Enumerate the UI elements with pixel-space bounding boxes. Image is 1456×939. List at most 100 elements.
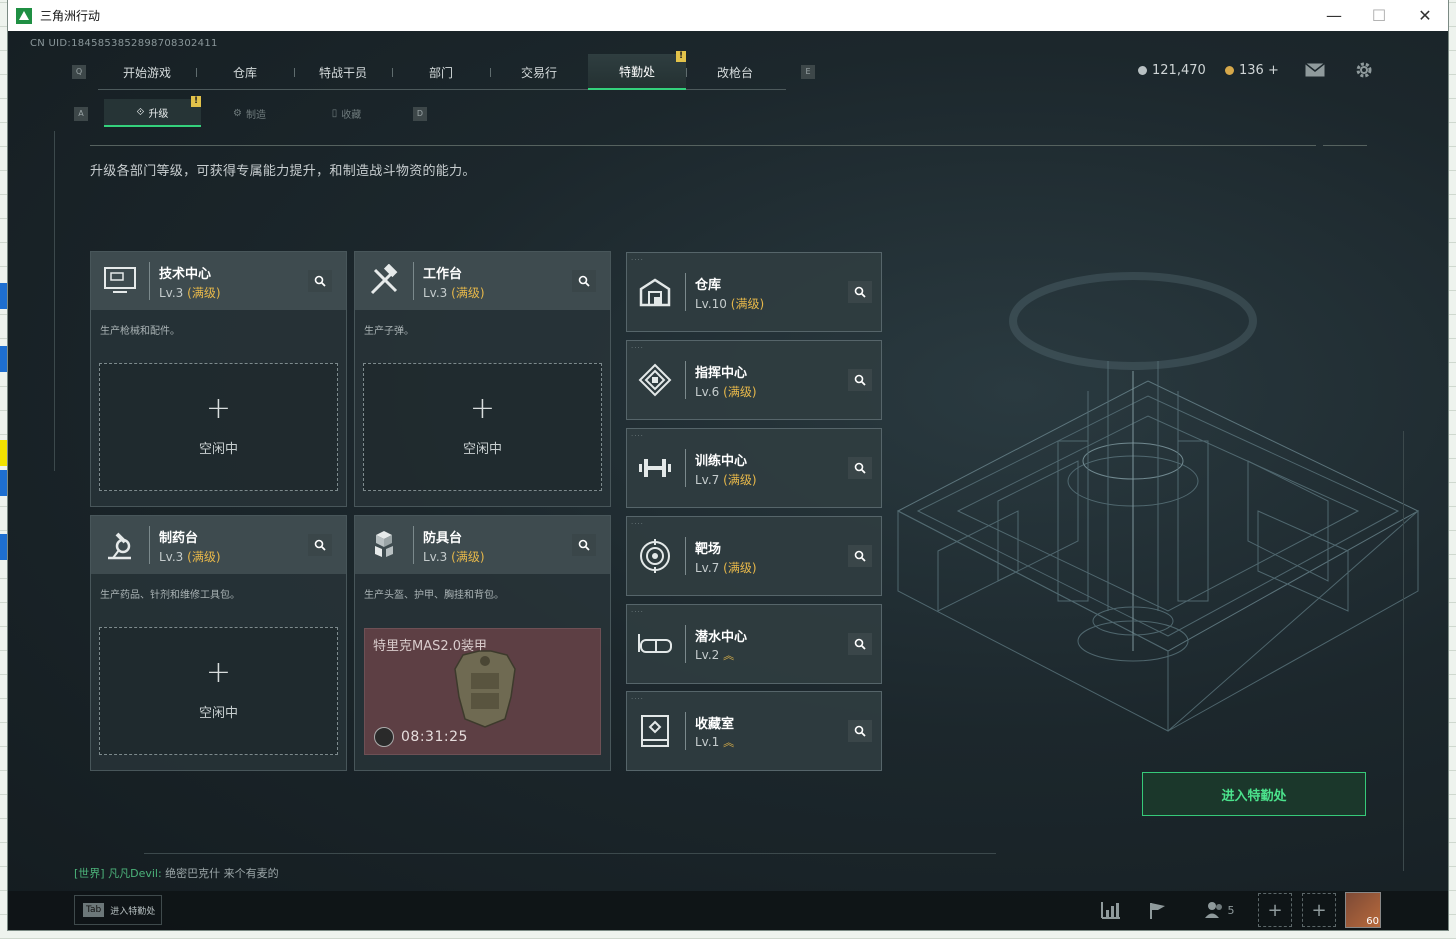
page-description: 升级各部门等级，可获得专属能力提升，和制造战斗物资的能力。 bbox=[90, 164, 476, 179]
search-icon[interactable] bbox=[848, 281, 872, 303]
notification-badge: ! bbox=[191, 96, 201, 107]
search-icon[interactable] bbox=[572, 270, 596, 292]
department-name: 指挥中心 bbox=[695, 366, 748, 381]
divider bbox=[685, 449, 686, 487]
idle-label: 空闲中 bbox=[198, 442, 238, 457]
game-viewport: CN UID:1845853852898708302411 Q 开始游戏 仓库 … bbox=[8, 31, 1448, 930]
computer-icon bbox=[101, 262, 139, 300]
level-value: Lv.3 bbox=[423, 550, 448, 564]
search-icon[interactable] bbox=[308, 270, 332, 292]
level-value: Lv.3 bbox=[159, 550, 184, 564]
craft-slot-empty[interactable]: + 空闲中 bbox=[99, 363, 338, 491]
divider bbox=[685, 361, 686, 399]
app-logo-icon bbox=[16, 7, 32, 24]
tab-department[interactable]: 部门 bbox=[392, 54, 490, 90]
search-icon[interactable] bbox=[308, 534, 332, 556]
timer-icon bbox=[374, 727, 394, 747]
close-button[interactable]: ✕ bbox=[1402, 0, 1448, 31]
warehouse-icon bbox=[637, 273, 673, 311]
background-row-stripe bbox=[0, 283, 8, 309]
subtab-upgrade[interactable]: ⟐ 升级 ! bbox=[104, 96, 201, 127]
subtab-craft[interactable]: ⚙ 制造 bbox=[201, 99, 298, 127]
card-header: 制药台 Lv.3 (满级) bbox=[91, 516, 346, 574]
body-armor-icon bbox=[454, 650, 516, 728]
workbench-description: 生产头盔、护甲、胸挂和背包。 bbox=[364, 590, 504, 601]
department-name: 潜水中心 bbox=[695, 630, 748, 645]
department-level: Lv.6 (满级) bbox=[695, 383, 757, 400]
friends-button[interactable]: 5 bbox=[1194, 895, 1244, 925]
card-header: 防具台 Lv.3 (满级) bbox=[355, 516, 610, 574]
level-value: Lv.7 bbox=[695, 561, 720, 575]
tab-label: 特勤处 bbox=[618, 64, 655, 79]
max-level-tag: (满级) bbox=[730, 297, 765, 311]
workbench-card-armor[interactable]: 防具台 Lv.3 (满级) 生产头盔、护甲、胸挂和背包。 特里克MAS2.0装甲… bbox=[354, 515, 611, 771]
divider bbox=[90, 145, 1316, 146]
level-value: Lv.1 bbox=[695, 735, 720, 749]
window-title: 三角洲行动 bbox=[40, 9, 101, 23]
craft-timer: 08:31:25 bbox=[401, 729, 468, 745]
search-icon[interactable] bbox=[572, 534, 596, 556]
department-name: 收藏室 bbox=[695, 717, 735, 732]
tab-shortcut-hint[interactable]: Tab 进入特勤处 bbox=[74, 895, 162, 925]
flag-icon[interactable] bbox=[1138, 895, 1178, 925]
search-icon[interactable] bbox=[848, 720, 872, 742]
tab-special-ops[interactable]: 特勤处 ! bbox=[588, 51, 686, 90]
department-training[interactable]: ···· 训练中心 Lv.7 (满级) bbox=[626, 428, 882, 508]
craft-slot-empty[interactable]: + 空闲中 bbox=[363, 363, 602, 491]
add-icon: + bbox=[205, 655, 232, 690]
tab-gunsmith[interactable]: 改枪台 bbox=[686, 54, 784, 90]
chat-user: 凡凡Devil: bbox=[108, 867, 162, 880]
add-squad-slot-button[interactable]: + bbox=[1258, 893, 1292, 927]
max-level-tag: (满级) bbox=[451, 550, 485, 564]
tab-operators[interactable]: 特战干员 bbox=[294, 54, 392, 90]
tab-label: 部门 bbox=[428, 65, 453, 80]
subtab-collection[interactable]: ▯ 收藏 bbox=[298, 99, 395, 127]
department-warehouse[interactable]: ···· 仓库 Lv.10 (满级) bbox=[626, 252, 882, 332]
department-shooting-range[interactable]: ···· 靶场 Lv.7 (满级) bbox=[626, 516, 882, 596]
chat-message[interactable]: [世界] 凡凡Devil: 绝密巴克什 来个有麦的 bbox=[74, 865, 279, 881]
stats-icon[interactable] bbox=[1091, 895, 1131, 925]
upgrade-icon: ⟐ bbox=[136, 106, 145, 118]
level-value: Lv.3 bbox=[423, 286, 448, 300]
tab-warehouse[interactable]: 仓库 bbox=[196, 54, 294, 90]
minimize-button[interactable]: — bbox=[1311, 0, 1357, 31]
enter-special-ops-button[interactable]: 进入特勤处 bbox=[1142, 772, 1366, 816]
search-icon[interactable] bbox=[848, 457, 872, 479]
main-nav: 开始游戏 仓库 特战干员 部门 交易行 特勤处 ! 改枪台 bbox=[98, 51, 786, 90]
max-level-tag: (满级) bbox=[187, 286, 221, 300]
gold-amount: 136 + bbox=[1239, 63, 1279, 78]
craft-icon: ⚙ bbox=[233, 107, 242, 119]
key-hint-a: A bbox=[74, 107, 88, 121]
workbench-name: 技术中心 bbox=[159, 267, 212, 282]
workbench-card-pharmacy[interactable]: 制药台 Lv.3 (满级) 生产药品、针剂和维修工具包。 + 空闲中 bbox=[90, 515, 347, 771]
department-level: Lv.7 (满级) bbox=[695, 471, 757, 488]
background-row-stripe bbox=[0, 470, 8, 496]
gear-icon[interactable] bbox=[1353, 59, 1375, 81]
background-row-stripe bbox=[0, 346, 8, 372]
workbench-card-tech[interactable]: 技术中心 Lv.3 (满级) 生产枪械和配件。 + 空闲中 bbox=[90, 251, 347, 507]
workbench-name: 工作台 bbox=[423, 267, 463, 282]
search-icon[interactable] bbox=[848, 633, 872, 655]
search-icon[interactable] bbox=[848, 545, 872, 567]
gold-currency[interactable]: 136 + bbox=[1225, 63, 1279, 78]
silver-amount: 121,470 bbox=[1152, 63, 1206, 78]
department-collection-room[interactable]: ···· 收藏室 Lv.1 ︽ bbox=[626, 691, 882, 771]
search-icon[interactable] bbox=[848, 369, 872, 391]
department-diving[interactable]: ···· 潜水中心 Lv.2 ︽ bbox=[626, 604, 882, 684]
tab-start-game[interactable]: 开始游戏 bbox=[98, 54, 196, 90]
department-command[interactable]: ···· 指挥中心 Lv.6 (满级) bbox=[626, 340, 882, 420]
deco-dots: ···· bbox=[631, 256, 644, 264]
add-squad-slot-button[interactable]: + bbox=[1302, 893, 1336, 927]
deco-dots: ···· bbox=[631, 520, 644, 528]
maximize-button[interactable]: ☐ bbox=[1356, 0, 1402, 31]
crafting-slot[interactable]: 特里克MAS2.0装甲 08:31:25 bbox=[364, 628, 601, 755]
workbench-name: 制药台 bbox=[159, 531, 199, 546]
craft-slot-empty[interactable]: + 空闲中 bbox=[99, 627, 338, 755]
mail-icon[interactable] bbox=[1304, 61, 1326, 79]
divider bbox=[1323, 145, 1367, 146]
workbench-card-workbench[interactable]: 工作台 Lv.3 (满级) 生产子弹。 + 空闲中 bbox=[354, 251, 611, 507]
divider bbox=[685, 273, 686, 311]
max-level-tag: (满级) bbox=[723, 385, 757, 399]
avatar[interactable]: 60 bbox=[1345, 892, 1381, 928]
tab-trading[interactable]: 交易行 bbox=[490, 54, 588, 90]
